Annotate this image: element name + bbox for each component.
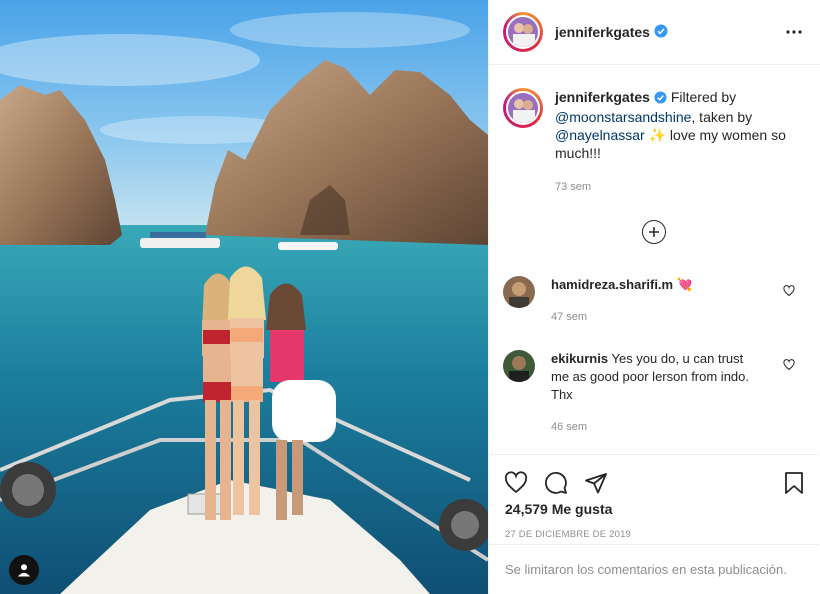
likes-count[interactable]: 24,579 Me gusta [489,501,819,517]
load-more-comments-icon[interactable] [642,220,666,244]
author-avatar[interactable] [503,12,543,52]
commenter-avatar[interactable] [503,350,535,382]
post-photo[interactable] [0,0,488,594]
share-icon[interactable] [583,470,609,496]
avatar-image [506,15,540,49]
post-actions: 24,579 Me gusta 27 DE DICIEMBRE DE 2019 [489,454,819,544]
load-more-comments [489,220,819,244]
comment-timestamp[interactable]: 46 sem [551,418,761,436]
heart-icon[interactable] [503,470,529,496]
bookmark-icon[interactable] [781,470,807,496]
comment-timestamp[interactable]: 47 sem [551,308,761,326]
boat-arch-scene [0,0,488,594]
action-icons [489,455,819,501]
comment-username[interactable]: hamidreza.sharifi.m [551,277,673,292]
comment-body: ekikurnis Yes you do, u can trust me as … [551,350,761,436]
post-caption: jenniferkgates Filtered by @moonstarsand… [489,66,819,196]
comment-username[interactable]: ekikurnis [551,351,608,366]
caption-timestamp[interactable]: 73 sem [555,178,795,196]
comments-list[interactable]: jenniferkgates Filtered by @moonstarsand… [489,66,819,454]
mention-link[interactable]: @nayelnassar [555,127,645,143]
comment-icon[interactable] [543,470,569,496]
caption-text-b: , taken by [691,109,753,125]
comment-text: 💘 [676,277,693,292]
comment-like-heart-icon[interactable] [783,358,795,374]
comment-like-heart-icon[interactable] [783,284,795,300]
caption-text-a: Filtered by [666,89,737,105]
verified-badge-icon [654,24,668,41]
comment-body: hamidreza.sharifi.m 💘 47 sem [551,276,761,326]
user-tag-icon[interactable] [9,555,39,585]
comment-item: hamidreza.sharifi.m 💘 47 sem [489,276,819,326]
avatar-image [506,91,540,125]
post-header: jenniferkgates [489,0,820,65]
caption-username[interactable]: jenniferkgates [555,89,650,105]
caption-body: jenniferkgates Filtered by @moonstarsand… [555,88,795,196]
sparkles-emoji: ✨ [648,127,667,143]
more-options-icon[interactable] [782,20,806,44]
commenter-avatar[interactable] [503,276,535,308]
comment-item: ekikurnis Yes you do, u can trust me as … [489,350,819,436]
verified-badge-icon [654,90,667,108]
author-username[interactable]: jenniferkgates [555,24,650,40]
post-details-panel: jenniferkgates jenniferkgates Filtered b… [488,0,820,594]
comments-limited-notice: Se limitaron los comentarios en esta pub… [489,544,819,594]
caption-avatar[interactable] [503,88,543,128]
post-date[interactable]: 27 DE DICIEMBRE DE 2019 [489,529,819,540]
mention-link[interactable]: @moonstarsandshine [555,109,691,125]
